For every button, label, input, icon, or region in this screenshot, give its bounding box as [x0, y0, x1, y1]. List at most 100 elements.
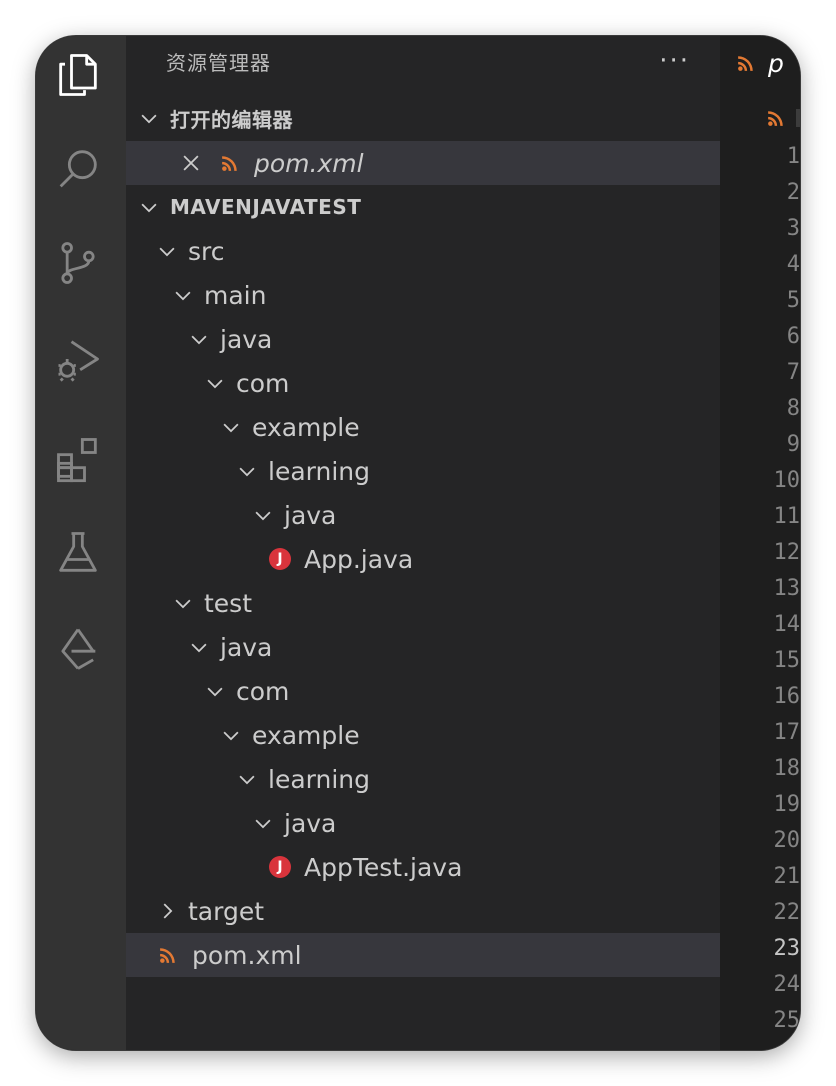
tree-file-app-java[interactable]: J App.java [126, 537, 720, 581]
line-number: 2 [786, 180, 800, 205]
workspace-header[interactable]: MAVENJAVATEST [126, 185, 720, 229]
breadcrumb-symbol-icon [796, 109, 800, 127]
tree-item-label: AppTest.java [304, 852, 463, 882]
chevron-down-icon [236, 768, 258, 790]
tree-file-apptest-java[interactable]: J AppTest.java [126, 845, 720, 889]
activity-bar [36, 36, 126, 1050]
chevron-down-icon [220, 724, 242, 746]
tab-bar: p [720, 36, 800, 90]
more-actions-icon[interactable]: ··· [659, 46, 690, 76]
tree-item-label: java [284, 808, 337, 838]
tree-item-label: pom.xml [192, 940, 302, 970]
tree-item-label: java [220, 324, 273, 354]
chevron-down-icon [204, 680, 226, 702]
tree-file-pom-xml[interactable]: pom.xml [126, 933, 720, 977]
breadcrumb[interactable] [764, 106, 800, 130]
line-number: 16 [773, 684, 801, 709]
tree-item-label: App.java [304, 544, 414, 574]
workspace-label: MAVENJAVATEST [170, 195, 362, 219]
line-number: 3 [786, 216, 800, 241]
chevron-down-icon [188, 328, 210, 350]
tree-item-label: java [220, 632, 273, 662]
open-editor-item[interactable]: pom.xml [126, 141, 720, 185]
chevron-down-icon [172, 284, 194, 306]
xml-file-icon [156, 943, 180, 967]
line-number: 13 [773, 576, 801, 601]
open-editors-header[interactable]: 打开的编辑器 [126, 96, 720, 140]
vscode-window: 资源管理器 ··· 打开的编辑器 pom.xml MAVENJAVATEST s… [36, 36, 800, 1050]
run-debug-icon[interactable] [49, 330, 107, 388]
tree-item-label: learning [268, 764, 370, 794]
line-number: 21 [773, 864, 801, 889]
tree-item-label: com [236, 676, 290, 706]
chevron-down-icon [204, 372, 226, 394]
tree-item-label: target [188, 896, 265, 926]
chevron-down-icon [220, 416, 242, 438]
line-number: 5 [786, 288, 800, 313]
tree-item-label: example [252, 412, 360, 442]
line-number: 15 [773, 648, 801, 673]
tree-folder-learning[interactable]: learning [126, 757, 720, 801]
close-icon[interactable] [180, 152, 202, 174]
open-editor-filename: pom.xml [254, 148, 364, 178]
tree-item-label: test [204, 588, 253, 618]
chevron-down-icon [236, 460, 258, 482]
line-number: 18 [773, 756, 801, 781]
chevron-down-icon [252, 812, 274, 834]
line-number: 14 [773, 612, 801, 637]
line-number: 12 [773, 540, 801, 565]
editor-area: p 1 2 3 4 5 6 7 8 9 10 11 12 13 14 15 16 17 18 19 20 21 22 23 2… [720, 36, 800, 1050]
tree-item-label: example [252, 720, 360, 750]
tree-folder-target[interactable]: target [126, 889, 720, 933]
line-number: 1 [786, 144, 800, 169]
line-number: 25 [773, 1008, 801, 1033]
line-number: 20 [773, 828, 801, 853]
tab-pom-xml[interactable]: p [720, 36, 800, 90]
chevron-down-icon [188, 636, 210, 658]
tree-folder-java[interactable]: java [126, 317, 720, 361]
tree-folder-learning[interactable]: learning [126, 449, 720, 493]
xml-file-icon [764, 106, 788, 130]
tree-item-label: com [236, 368, 290, 398]
source-control-icon[interactable] [49, 234, 107, 292]
line-number: 9 [786, 432, 800, 457]
open-editors-label: 打开的编辑器 [170, 107, 293, 132]
line-number: 22 [773, 900, 801, 925]
tree-folder-java[interactable]: java [126, 625, 720, 669]
tree-folder-com[interactable]: com [126, 669, 720, 713]
line-number: 24 [773, 972, 801, 997]
search-icon[interactable] [49, 140, 107, 198]
tree-item-label: java [284, 500, 337, 530]
chevron-down-icon [252, 504, 274, 526]
tree-folder-java[interactable]: java [126, 801, 720, 845]
tree-folder-test[interactable]: test [126, 581, 720, 625]
chevron-down-icon [156, 240, 178, 262]
java-file-icon: J [268, 855, 292, 879]
xml-file-icon [734, 51, 758, 75]
tree-item-label: main [204, 280, 267, 310]
tree-folder-example[interactable]: example [126, 713, 720, 757]
tree-folder-main[interactable]: main [126, 273, 720, 317]
line-number: 10 [773, 468, 801, 493]
extensions-icon[interactable] [49, 430, 107, 488]
chevron-down-icon [138, 107, 160, 129]
tree-folder-com[interactable]: com [126, 361, 720, 405]
sidebar-title: 资源管理器 [166, 51, 271, 75]
tree-folder-src[interactable]: src [126, 229, 720, 273]
line-number: 23 [773, 936, 801, 961]
tree-folder-java[interactable]: java [126, 493, 720, 537]
testing-icon[interactable] [49, 524, 107, 582]
line-number: 6 [786, 324, 800, 349]
remote-explorer-icon[interactable] [49, 620, 107, 678]
java-file-icon: J [268, 547, 292, 571]
tree-folder-example[interactable]: example [126, 405, 720, 449]
xml-file-icon [218, 151, 242, 175]
files-icon[interactable] [49, 46, 107, 104]
line-number: 8 [786, 396, 800, 421]
tree-item-label: src [188, 236, 225, 266]
tree-item-label: learning [268, 456, 370, 486]
tab-label: p [768, 48, 784, 78]
chevron-right-icon [156, 900, 178, 922]
chevron-down-icon [138, 196, 160, 218]
explorer-sidebar: 资源管理器 ··· 打开的编辑器 pom.xml MAVENJAVATEST s… [126, 36, 720, 1050]
